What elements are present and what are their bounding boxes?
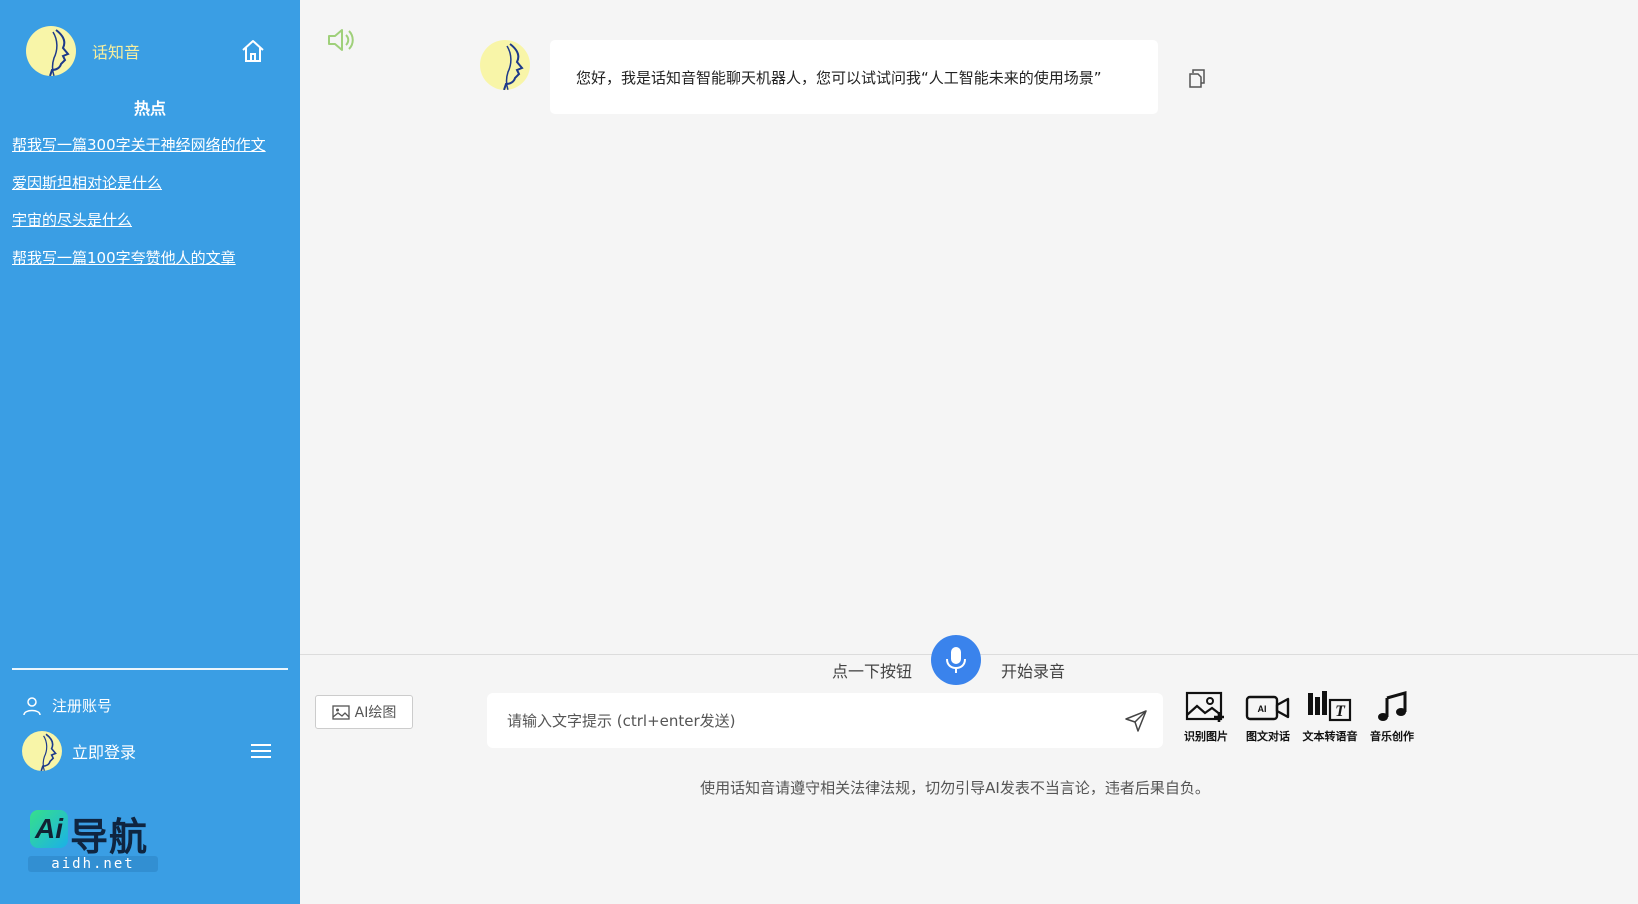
ai-draw-label: AI绘图 <box>354 705 397 721</box>
menu-button[interactable] <box>251 743 271 759</box>
login-avatar <box>22 731 62 771</box>
usage-notice: 使用话知音请遵守相关法律法规，切勿引导AI发表不当言论，违者后果自负。 <box>700 779 1210 797</box>
tool-label: 音乐创作 <box>1370 730 1414 743</box>
hot-topics-list: 帮我写一篇300字关于神经网络的作文 爱因斯坦相对论是什么 宇宙的尽头是什么 帮… <box>12 134 266 284</box>
face-profile-icon <box>49 29 70 76</box>
tool-music-creation[interactable]: 音乐创作 <box>1362 690 1422 750</box>
bot-avatar <box>480 40 530 90</box>
hot-topic-link[interactable]: 帮我写一篇100字夸赞他人的文章 <box>12 249 236 267</box>
bot-message-bubble: 您好，我是话知音智能聊天机器人，您可以试试问我“人工智能未来的使用场景” <box>550 40 1158 114</box>
speaker-icon <box>328 29 354 51</box>
send-button[interactable] <box>1124 709 1148 733</box>
hot-topic-item: 爱因斯坦相对论是什么 <box>12 172 266 210</box>
send-icon <box>1125 710 1147 732</box>
image-add-icon <box>1185 691 1224 722</box>
bot-message-text: 您好，我是话知音智能聊天机器人，您可以试试问我“人工智能未来的使用场景” <box>576 68 1102 87</box>
home-button[interactable] <box>240 38 266 64</box>
register-account-button[interactable]: 注册账号 <box>22 695 112 716</box>
ai-video-icon: AI <box>1245 695 1290 721</box>
logo-domain: aidh.net <box>28 856 158 872</box>
hot-topic-link[interactable]: 帮我写一篇300字关于神经网络的作文 <box>12 136 266 154</box>
face-profile-icon <box>503 43 524 90</box>
message-input-box <box>487 693 1163 748</box>
copy-message-button[interactable] <box>1188 68 1206 88</box>
hamburger-menu-icon <box>251 744 271 758</box>
brand-avatar <box>26 26 76 76</box>
record-hint-left: 点一下按钮 <box>832 662 913 681</box>
sidebar-divider <box>12 668 288 670</box>
svg-text:AI: AI <box>1258 704 1267 714</box>
message-input[interactable] <box>507 693 1107 748</box>
svg-text:T: T <box>1335 703 1346 720</box>
brand-name: 话知音 <box>92 43 141 62</box>
record-hint-right: 开始录音 <box>1001 662 1066 681</box>
speaker-toggle-button[interactable] <box>326 26 356 54</box>
copy-icon <box>1189 69 1205 88</box>
music-note-icon <box>1378 691 1407 721</box>
hot-topic-item: 帮我写一篇100字夸赞他人的文章 <box>12 247 266 285</box>
brand: 话知音 <box>26 26 140 76</box>
tool-image-recognition[interactable]: 识别图片 <box>1176 690 1236 750</box>
login-button[interactable]: 立即登录 <box>22 731 136 771</box>
logo-text: 导航 <box>70 815 149 859</box>
record-button[interactable] <box>931 635 981 685</box>
tool-image-text-chat[interactable]: AI 图文对话 <box>1238 690 1298 750</box>
user-icon <box>23 696 41 715</box>
tool-text-to-speech[interactable]: T 文本转语音 <box>1300 690 1360 750</box>
register-label: 注册账号 <box>52 697 113 715</box>
hot-topic-link[interactable]: 宇宙的尽头是什么 <box>12 211 132 229</box>
hot-topic-link[interactable]: 爱因斯坦相对论是什么 <box>12 174 162 192</box>
hot-topic-item: 宇宙的尽头是什么 <box>12 209 266 247</box>
home-icon <box>242 40 264 62</box>
hot-topics-title: 热点 <box>133 99 166 118</box>
logo-badge: Ai <box>30 810 68 848</box>
ai-draw-button[interactable]: AI绘图 <box>315 695 413 729</box>
text-to-speech-icon: T <box>1308 691 1352 722</box>
hot-topic-item: 帮我写一篇300字关于神经网络的作文 <box>12 134 266 172</box>
face-profile-icon <box>40 733 57 771</box>
image-icon <box>331 704 350 720</box>
microphone-icon <box>946 647 966 673</box>
sidebar: 话知音 热点 帮我写一篇300字关于神经网络的作文 爱因斯坦相对论是什么 宇宙的… <box>0 0 300 904</box>
login-label: 立即登录 <box>72 743 137 762</box>
aidh-logo: Ai 导航 aidh.net <box>28 806 158 876</box>
